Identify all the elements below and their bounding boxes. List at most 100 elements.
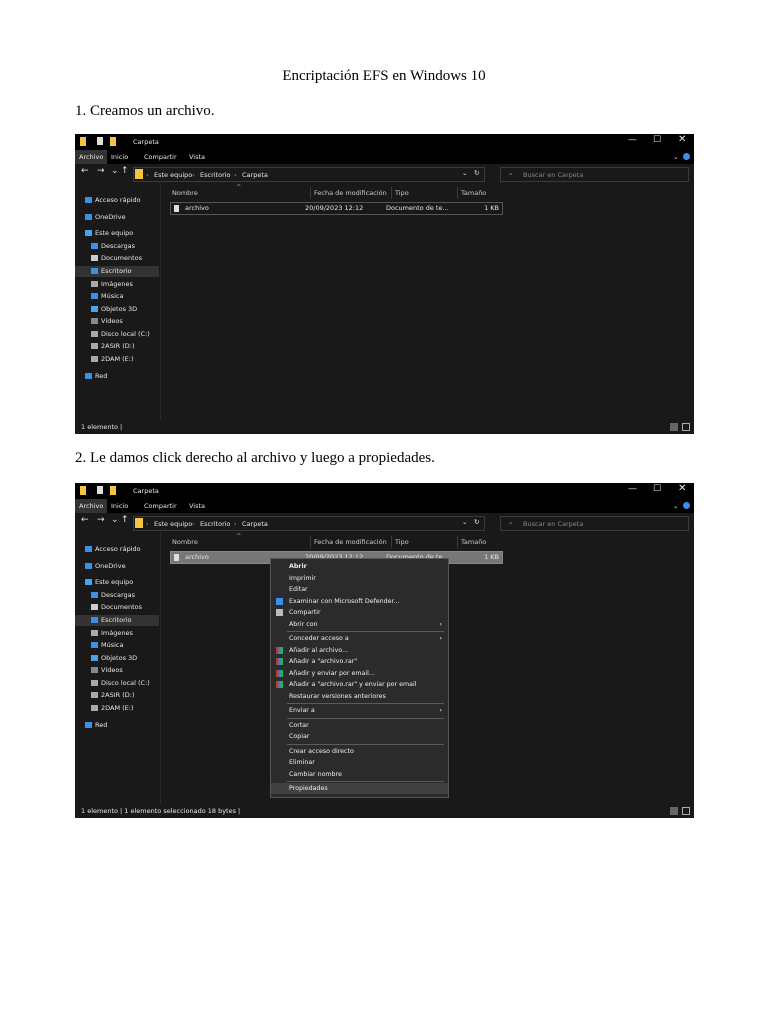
forward-button[interactable]: → [97,166,105,176]
sidebar-item-imágenes[interactable]: Imágenes [91,279,133,290]
menu-item-editar[interactable]: Editar [271,584,448,595]
up-button[interactable]: ↑ [121,515,129,525]
back-button[interactable]: ← [81,515,89,525]
recent-button[interactable]: ⌄ [111,166,119,176]
breadcrumb-este-equipo[interactable]: Este equipo [154,520,192,528]
refresh-button[interactable]: ↻ [474,518,479,526]
address-dropdown-icon[interactable]: ⌄ [462,518,467,526]
sidebar-item-música[interactable]: Música [91,640,123,651]
column-header-type[interactable]: Tipo [391,536,461,548]
sidebar-item-música[interactable]: Música [91,291,123,302]
expand-ribbon-icon[interactable]: ⌄ [673,502,678,510]
properties-icon[interactable] [97,486,103,494]
maximize-button[interactable]: ☐ [653,484,661,494]
menu-item-abrir[interactable]: Abrir [271,561,448,572]
properties-icon[interactable] [97,137,103,145]
sidebar-item-2asir-d-[interactable]: 2ASIR (D:) [91,341,134,352]
sidebar-item-2dam-e-[interactable]: 2DAM (E:) [91,354,134,365]
back-button[interactable]: ← [81,166,89,176]
sidebar-item-red[interactable]: Red [85,720,107,731]
sidebar-item-disco-local-c-[interactable]: Disco local (C:) [91,329,150,340]
address-dropdown-icon[interactable]: ⌄ [462,169,467,177]
help-icon[interactable] [683,153,690,160]
breadcrumb-carpeta[interactable]: Carpeta [242,171,268,179]
search-input[interactable]: ⌕ Buscar en Carpeta [500,516,689,531]
column-header-type[interactable]: Tipo [391,187,461,199]
sidebar-item-2asir-d-[interactable]: 2ASIR (D:) [91,690,134,701]
search-input[interactable]: ⌕ Buscar en Carpeta [500,167,689,182]
menu-item-imprimir[interactable]: Imprimir [271,573,448,584]
menu-item-enviar-a[interactable]: Enviar a › [271,705,448,716]
minimize-button[interactable]: — [628,135,637,145]
new-folder-icon[interactable] [110,137,116,146]
large-icons-view-button[interactable] [682,423,690,431]
breadcrumb-escritorio[interactable]: Escritorio [200,171,231,179]
menu-item-añadir-y-enviar-por-email[interactable]: Añadir y enviar por email... [271,668,448,679]
menu-item-propiedades[interactable]: Propiedades [271,783,448,794]
sidebar-item-este-equipo[interactable]: Este equipo [85,228,133,239]
menu-item-añadir-a-archivo-rar-y-enviar-por-email[interactable]: Añadir a "archivo.rar" y enviar por emai… [271,679,448,690]
tab-vista[interactable]: Vista [189,502,205,510]
sidebar-item-objetos-3d[interactable]: Objetos 3D [91,653,137,664]
menu-item-restaurar-versiones-anteriores[interactable]: Restaurar versiones anteriores [271,691,448,702]
tab-archivo[interactable]: Archivo [75,150,108,164]
column-header-size[interactable]: Tamaño [457,187,503,199]
menu-item-examinar-con-microsoft-defender[interactable]: Examinar con Microsoft Defender... [271,596,448,607]
menu-item-crear-acceso-directo[interactable]: Crear acceso directo [271,746,448,757]
forward-button[interactable]: → [97,515,105,525]
address-bar[interactable]: › Este equipo › Escritorio › Carpeta ⌄ ↻ [133,167,485,182]
tab-inicio[interactable]: Inicio [111,502,128,510]
menu-item-conceder-acceso-a[interactable]: Conceder acceso a › [271,633,448,644]
menu-item-abrir-con[interactable]: Abrir con › [271,619,448,630]
breadcrumb-carpeta[interactable]: Carpeta [242,520,268,528]
file-row-archivo[interactable]: archivo 20/09/2023 12:12 Documento de te..… [170,202,503,215]
sidebar-item-este-equipo[interactable]: Este equipo [85,577,133,588]
column-header-size[interactable]: Tamaño [457,536,503,548]
sidebar-item-onedrive[interactable]: OneDrive [85,212,126,223]
tab-archivo[interactable]: Archivo [75,499,108,513]
breadcrumb-este-equipo[interactable]: Este equipo [154,171,192,179]
address-bar[interactable]: › Este equipo › Escritorio › Carpeta ⌄ ↻ [133,516,485,531]
sidebar-item-escritorio[interactable]: Escritorio [75,266,159,277]
help-icon[interactable] [683,502,690,509]
refresh-button[interactable]: ↻ [474,169,479,177]
details-view-button[interactable] [670,423,678,431]
sidebar-item-documentos[interactable]: Documentos [91,602,142,613]
expand-ribbon-icon[interactable]: ⌄ [673,153,678,161]
menu-item-eliminar[interactable]: Eliminar [271,757,448,768]
sidebar-item-vídeos[interactable]: Vídeos [91,665,123,676]
sidebar-item-2dam-e-[interactable]: 2DAM (E:) [91,703,134,714]
sidebar-item-descargas[interactable]: Descargas [91,241,135,252]
sidebar-item-vídeos[interactable]: Vídeos [91,316,123,327]
tab-vista[interactable]: Vista [189,153,205,161]
close-button[interactable]: ✕ [678,134,686,145]
sidebar-item-objetos-3d[interactable]: Objetos 3D [91,304,137,315]
menu-item-cortar[interactable]: Cortar [271,720,448,731]
close-button[interactable]: ✕ [678,483,686,494]
sidebar-item-imágenes[interactable]: Imágenes [91,628,133,639]
sidebar-item-acceso-rápido[interactable]: Acceso rápido [85,544,141,555]
sidebar-item-red[interactable]: Red [85,371,107,382]
sidebar-item-disco-local-c-[interactable]: Disco local (C:) [91,678,150,689]
tab-compartir[interactable]: Compartir [144,502,177,510]
recent-button[interactable]: ⌄ [111,515,119,525]
up-button[interactable]: ↑ [121,166,129,176]
menu-item-copiar[interactable]: Copiar [271,731,448,742]
sidebar-item-onedrive[interactable]: OneDrive [85,561,126,572]
menu-item-cambiar-nombre[interactable]: Cambiar nombre [271,769,448,780]
menu-item-añadir-a-archivo-rar[interactable]: Añadir a "archivo.rar" [271,656,448,667]
sidebar-item-acceso-rápido[interactable]: Acceso rápido [85,195,141,206]
minimize-button[interactable]: — [628,484,637,494]
sidebar-item-descargas[interactable]: Descargas [91,590,135,601]
maximize-button[interactable]: ☐ [653,135,661,145]
column-header-date[interactable]: Fecha de modificación [310,187,395,199]
details-view-button[interactable] [670,807,678,815]
sidebar-item-documentos[interactable]: Documentos [91,253,142,264]
column-header-date[interactable]: Fecha de modificación [310,536,395,548]
large-icons-view-button[interactable] [682,807,690,815]
tab-compartir[interactable]: Compartir [144,153,177,161]
menu-item-añadir-al-archivo[interactable]: Añadir al archivo... [271,645,448,656]
tab-inicio[interactable]: Inicio [111,153,128,161]
breadcrumb-escritorio[interactable]: Escritorio [200,520,231,528]
menu-item-compartir[interactable]: Compartir [271,607,448,618]
